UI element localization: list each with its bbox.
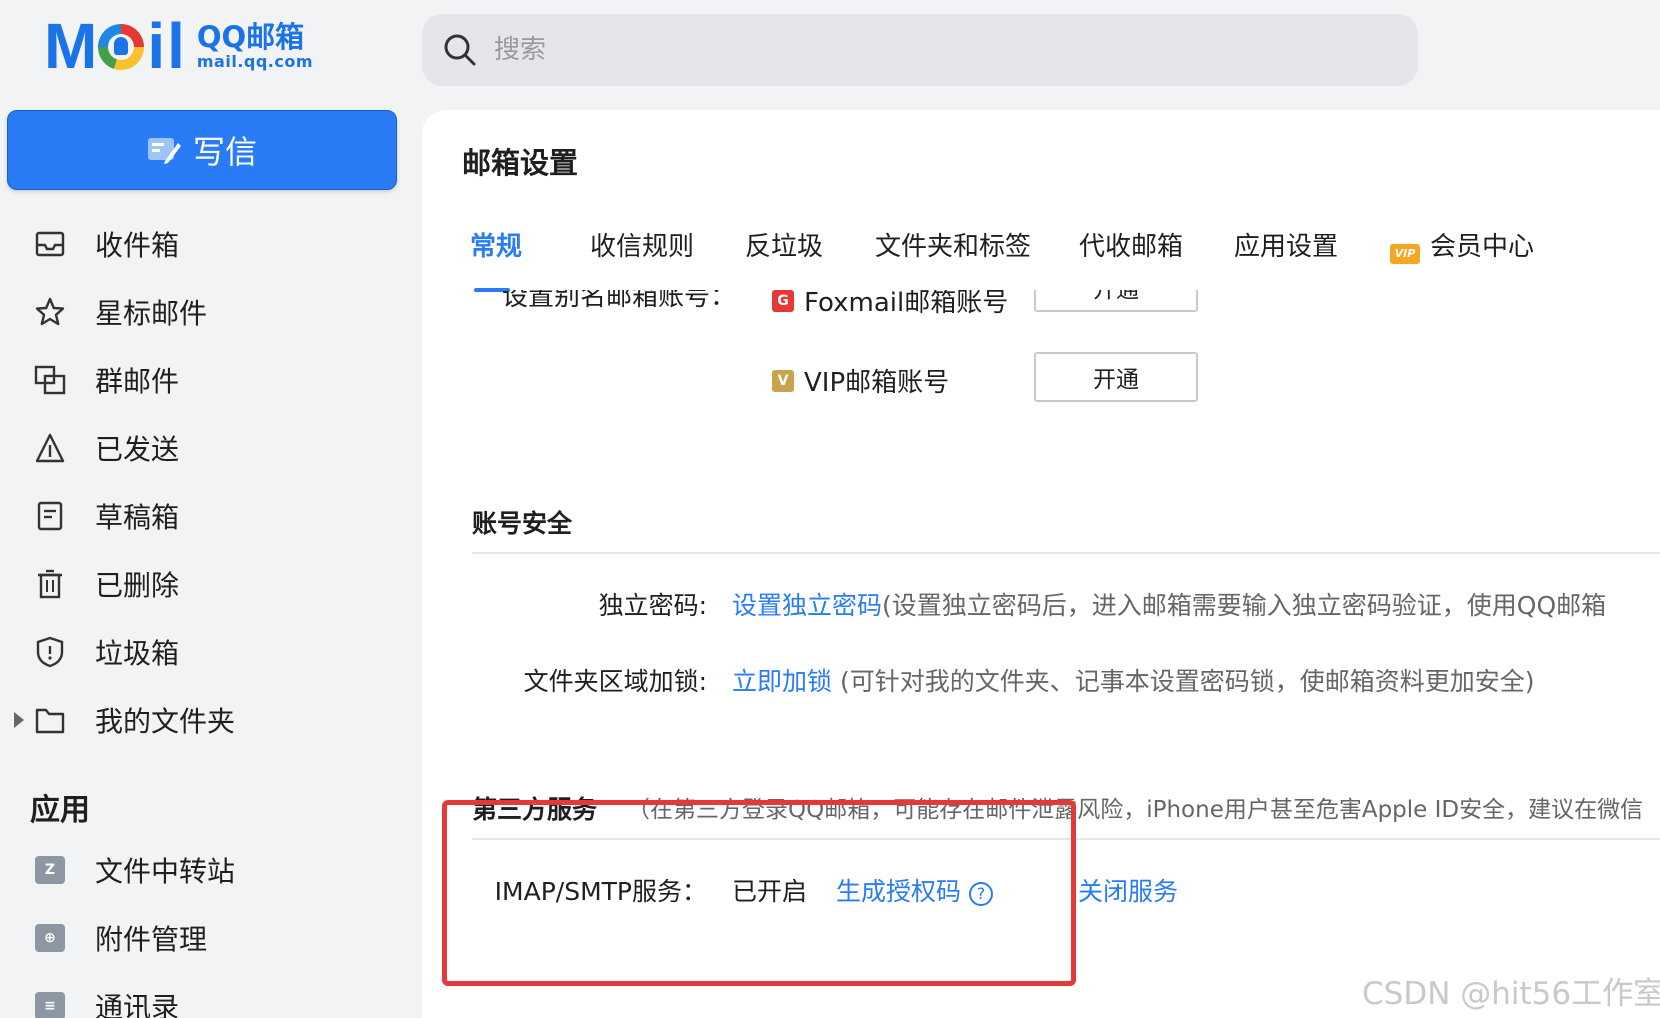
sidebar-item-label: 已删除 bbox=[95, 569, 180, 602]
logo-letters-il: il bbox=[147, 10, 187, 82]
foxmail-account-option: G Foxmail邮箱账号 bbox=[772, 290, 1008, 319]
group-mail-icon bbox=[33, 363, 67, 397]
sidebar-item-inbox[interactable]: 收件箱 bbox=[0, 210, 420, 278]
apps-list: Z 文件中转站 ⊕ 附件管理 ≡ 通讯录 bbox=[0, 836, 420, 1018]
search-input[interactable] bbox=[494, 14, 1374, 86]
search-icon[interactable] bbox=[442, 32, 478, 68]
generate-auth-code-link[interactable]: 生成授权码 bbox=[836, 877, 961, 906]
qqmail-logo[interactable]: M il QQ邮箱 mail.qq.com bbox=[44, 10, 313, 82]
sidebar-item-my-folders[interactable]: 我的文件夹 bbox=[0, 686, 420, 754]
tab-general[interactable]: 常规 bbox=[470, 226, 522, 263]
vip-account-label: VIP邮箱账号 bbox=[804, 368, 950, 398]
draft-icon bbox=[33, 499, 67, 533]
settings-tabs: 常规 收信规则 反垃圾 文件夹和标签 代收邮箱 应用设置 VIP 会员中心 bbox=[422, 208, 1660, 280]
foxmail-icon: G bbox=[772, 290, 794, 312]
sidebar-nav: 收件箱 星标邮件 群邮件 已发送 草稿箱 已删除 垃圾箱 我的文件夹 bbox=[0, 210, 420, 754]
compose-icon bbox=[147, 138, 181, 164]
compose-label: 写信 bbox=[192, 133, 257, 171]
folder-lock-label: 文件夹区域加锁: bbox=[523, 667, 707, 696]
watermark: CSDN @hit56工作室 bbox=[1362, 976, 1660, 1012]
inbox-icon bbox=[33, 227, 67, 261]
logo-letter-m: M bbox=[44, 10, 97, 82]
sidebar-item-label: 文件中转站 bbox=[95, 855, 236, 888]
sidebar-item-label: 附件管理 bbox=[95, 923, 208, 956]
open-foxmail-button[interactable]: 开通 bbox=[1034, 290, 1198, 312]
apps-section-title: 应用 bbox=[30, 793, 90, 828]
open-vip-button[interactable]: 开通 bbox=[1034, 352, 1198, 402]
file-transfer-icon: Z bbox=[35, 856, 65, 884]
sidebar-item-label: 垃圾箱 bbox=[95, 637, 180, 670]
sidebar-item-deleted[interactable]: 已删除 bbox=[0, 550, 420, 618]
logo-bell-icon bbox=[98, 24, 145, 70]
imap-smtp-label: IMAP/SMTP服务： bbox=[494, 877, 707, 906]
folder-lock-row: 立即加锁 (可针对我的文件夹、记事本设置密码锁，使邮箱资料更加安全) bbox=[732, 662, 1534, 698]
imap-status: 已开启 bbox=[732, 877, 808, 906]
sidebar-item-sent[interactable]: 已发送 bbox=[0, 414, 420, 482]
search-bar[interactable] bbox=[422, 14, 1418, 86]
vip-account-icon: V bbox=[772, 369, 794, 392]
sidebar-item-label: 收件箱 bbox=[95, 229, 180, 262]
tab-member-center-label: 会员中心 bbox=[1430, 232, 1535, 262]
help-icon[interactable]: ? bbox=[969, 882, 994, 906]
alias-account-label: 设置别名邮箱账号： bbox=[502, 290, 737, 312]
account-security-heading: 账号安全 bbox=[472, 509, 573, 538]
vip-account-option: V VIP邮箱账号 bbox=[772, 362, 949, 399]
sidebar-item-label: 通讯录 bbox=[95, 991, 180, 1018]
star-icon bbox=[33, 295, 67, 329]
tab-anti-spam[interactable]: 反垃圾 bbox=[745, 226, 823, 263]
contacts-icon: ≡ bbox=[35, 992, 65, 1018]
settings-panel: 邮箱设置 常规 收信规则 反垃圾 文件夹和标签 代收邮箱 应用设置 VIP 会员中… bbox=[422, 110, 1660, 1018]
tab-mail-rules[interactable]: 收信规则 bbox=[590, 226, 694, 263]
sidebar-item-attachments[interactable]: ⊕ 附件管理 bbox=[0, 904, 420, 972]
tab-app-settings[interactable]: 应用设置 bbox=[1234, 226, 1338, 263]
logo-brand: QQ邮箱 bbox=[196, 20, 305, 54]
section-divider bbox=[472, 838, 1660, 840]
sidebar-item-group-mail[interactable]: 群邮件 bbox=[0, 346, 420, 414]
section-divider bbox=[472, 552, 1660, 554]
sidebar-item-label: 草稿箱 bbox=[95, 501, 180, 534]
third-party-heading: 第三方服务 bbox=[472, 795, 598, 824]
foxmail-account-label: Foxmail邮箱账号 bbox=[804, 290, 1009, 318]
lock-now-link[interactable]: 立即加锁 bbox=[732, 667, 832, 696]
tab-folders-labels[interactable]: 文件夹和标签 bbox=[875, 226, 1031, 263]
sidebar-item-file-transfer[interactable]: Z 文件中转站 bbox=[0, 836, 420, 904]
attachment-icon: ⊕ bbox=[35, 924, 65, 952]
sidebar-item-label: 星标邮件 bbox=[95, 297, 208, 330]
sidebar-item-starred[interactable]: 星标邮件 bbox=[0, 278, 420, 346]
sidebar-item-spam[interactable]: 垃圾箱 bbox=[0, 618, 420, 686]
logo-mark: M il bbox=[44, 10, 187, 82]
tab-member-center[interactable]: VIP 会员中心 bbox=[1390, 226, 1534, 264]
logo-text: QQ邮箱 mail.qq.com bbox=[197, 21, 313, 71]
lock-note: (可针对我的文件夹、记事本设置密码锁，使邮箱资料更加安全) bbox=[839, 667, 1535, 696]
vip-icon: VIP bbox=[1390, 244, 1420, 264]
sent-icon bbox=[33, 431, 67, 465]
sidebar-item-label: 已发送 bbox=[95, 433, 180, 466]
sidebar-item-contacts[interactable]: ≡ 通讯录 bbox=[0, 972, 420, 1018]
logo-domain: mail.qq.com bbox=[196, 52, 314, 71]
close-service-row: 关闭服务 bbox=[1078, 872, 1178, 908]
expand-caret-icon[interactable] bbox=[14, 712, 24, 728]
set-password-link[interactable]: 设置独立密码 bbox=[732, 591, 882, 620]
third-party-note: （在第三方登录QQ邮箱，可能存在邮件泄露风险，iPhone用户甚至危害Apple… bbox=[627, 797, 1644, 823]
sidebar-item-drafts[interactable]: 草稿箱 bbox=[0, 482, 420, 550]
independent-password-row: 设置独立密码(设置独立密码后，进入邮箱需要输入独立密码验证，使用QQ邮箱 bbox=[732, 586, 1606, 622]
spam-shield-icon bbox=[33, 635, 67, 669]
trash-icon bbox=[33, 567, 67, 601]
sidebar-item-label: 群邮件 bbox=[95, 365, 180, 398]
close-service-link[interactable]: 关闭服务 bbox=[1078, 877, 1178, 906]
independent-password-label: 独立密码: bbox=[598, 591, 707, 620]
generate-code-row: 生成授权码? bbox=[836, 872, 994, 908]
page-title: 邮箱设置 bbox=[462, 146, 579, 180]
sidebar-item-label: 我的文件夹 bbox=[95, 705, 236, 738]
compose-button[interactable]: 写信 bbox=[7, 110, 397, 190]
tab-collect-mailbox[interactable]: 代收邮箱 bbox=[1079, 226, 1183, 263]
folder-icon bbox=[33, 703, 67, 737]
settings-content[interactable]: 设置别名邮箱账号： G Foxmail邮箱账号 开通 V VIP邮箱账号 开通 … bbox=[422, 290, 1660, 1018]
password-note: (设置独立密码后，进入邮箱需要输入独立密码验证，使用QQ邮箱 bbox=[882, 591, 1607, 620]
